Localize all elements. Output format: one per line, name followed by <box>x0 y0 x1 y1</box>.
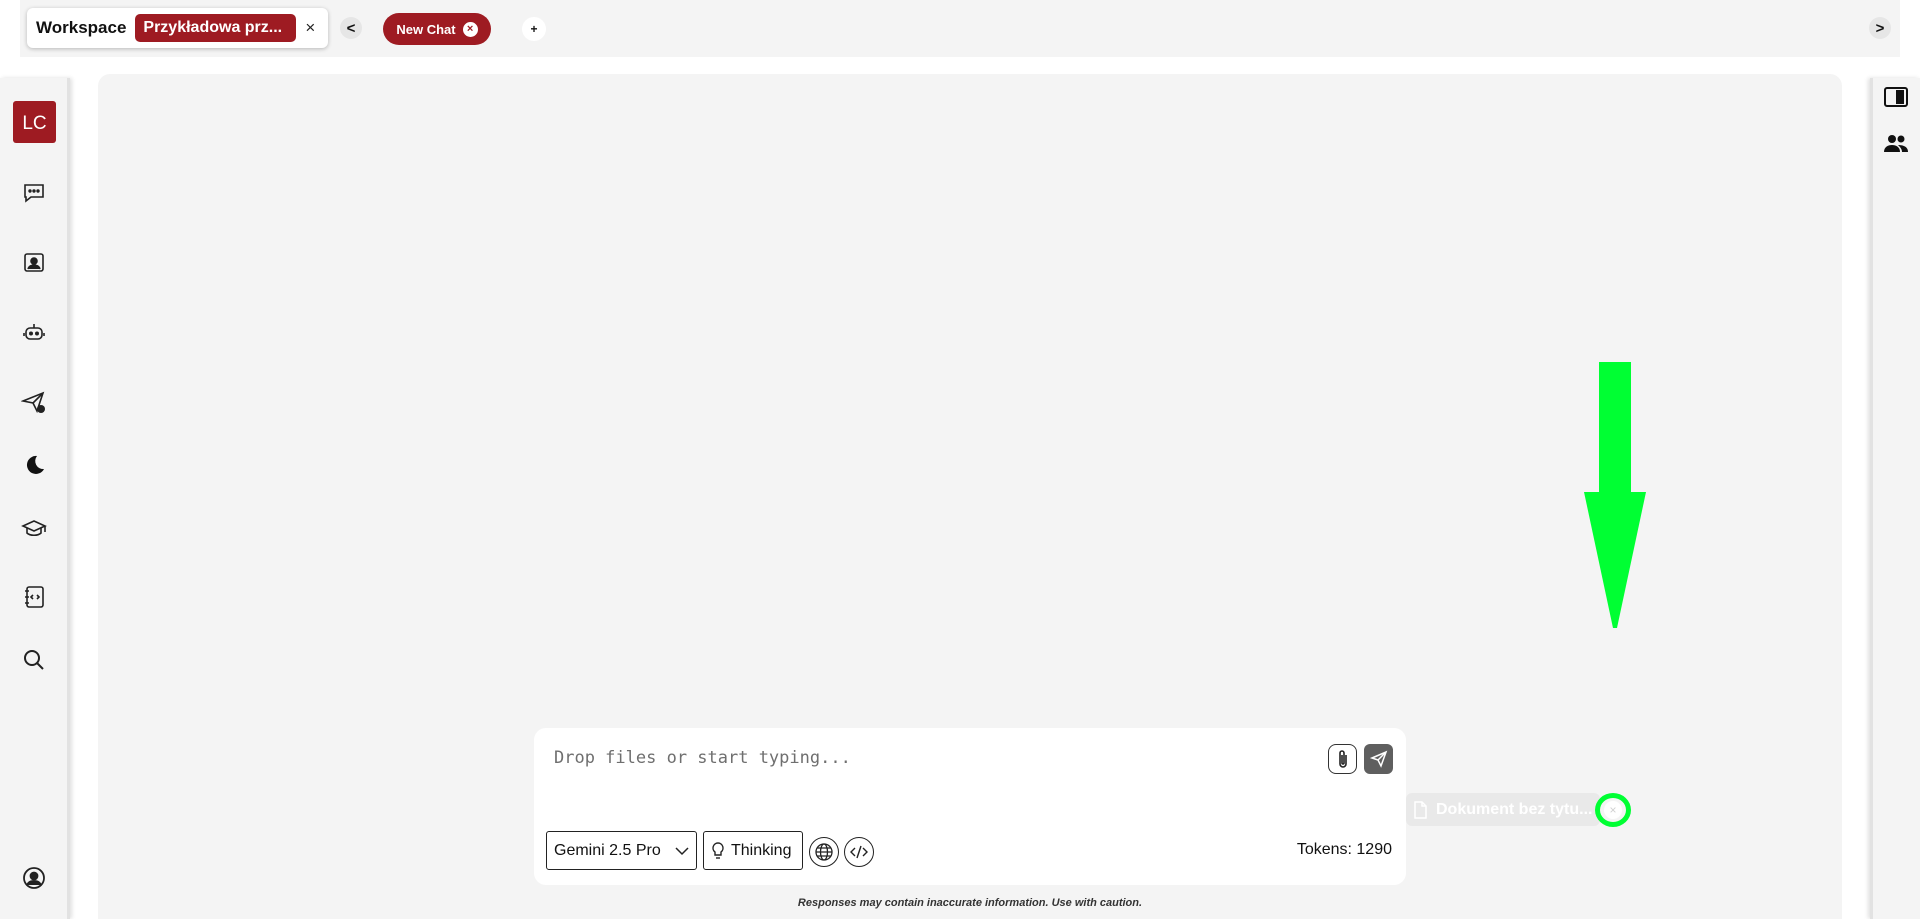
tab-label: New Chat <box>396 21 456 37</box>
thinking-toggle[interactable]: Thinking <box>703 831 803 870</box>
workspace-tag[interactable]: Przykładowa prz... <box>135 14 297 42</box>
send-button[interactable] <box>1364 744 1393 774</box>
workspace-label: Workspace <box>36 18 127 37</box>
document-chip-close-button[interactable]: × <box>1595 793 1631 827</box>
workspace-close-button[interactable]: × <box>305 18 315 38</box>
graduation-cap-icon[interactable] <box>20 515 48 543</box>
thinking-label: Thinking <box>731 841 792 859</box>
tab-new-chat[interactable]: New Chat × <box>383 13 491 45</box>
tabs-next-button[interactable]: > <box>1869 17 1891 39</box>
code-toggle[interactable] <box>844 837 874 867</box>
document-chip[interactable]: Dokument bez tytu... <box>1406 793 1600 826</box>
left-sidebar: LC i <box>0 78 70 919</box>
tab-close-button[interactable]: × <box>462 21 478 37</box>
right-sidebar <box>1870 78 1920 919</box>
message-input[interactable]: Drop files or start typing... <box>554 748 851 768</box>
document-icon <box>1414 800 1427 819</box>
send-icon[interactable]: i <box>20 388 48 416</box>
attach-button[interactable] <box>1328 744 1357 774</box>
web-search-toggle[interactable] <box>809 837 839 867</box>
users-icon[interactable] <box>1883 132 1909 154</box>
tabs-prev-button[interactable]: < <box>340 17 362 39</box>
user-circle-icon[interactable] <box>20 864 48 892</box>
message-composer: Drop files or start typing... Gemini 2.5… <box>534 728 1406 885</box>
top-bar: Workspace Przykładowa prz... × < New Cha… <box>20 0 1900 57</box>
svg-text:i: i <box>40 408 41 414</box>
add-tab-button[interactable]: + <box>522 17 546 41</box>
model-select-value: Gemini 2.5 Pro <box>554 841 661 859</box>
token-count: Tokens: 1290 <box>1296 841 1392 858</box>
document-chip-label: Dokument bez tytu... <box>1436 800 1593 818</box>
search-icon[interactable] <box>20 646 48 674</box>
model-select[interactable]: Gemini 2.5 Pro <box>546 831 697 870</box>
code-icon <box>850 845 868 859</box>
chat-icon[interactable] <box>20 179 48 207</box>
robot-icon[interactable] <box>20 319 48 347</box>
annotation-arrow-icon <box>1584 362 1646 628</box>
workspace-selector[interactable]: Workspace Przykładowa prz... × <box>27 8 328 48</box>
contact-card-icon[interactable] <box>20 249 48 277</box>
avatar[interactable]: LC <box>13 101 56 143</box>
lightbulb-icon <box>712 841 724 859</box>
moon-icon[interactable] <box>20 451 48 479</box>
globe-icon <box>815 843 833 861</box>
disclaimer-text: Responses may contain inaccurate informa… <box>797 897 1143 909</box>
close-icon: × <box>1604 801 1622 819</box>
code-notebook-icon[interactable] <box>20 583 48 611</box>
panel-toggle-icon[interactable] <box>1883 86 1909 108</box>
chevron-down-icon <box>675 847 689 856</box>
send-icon <box>1369 750 1387 768</box>
paperclip-icon <box>1338 750 1347 768</box>
